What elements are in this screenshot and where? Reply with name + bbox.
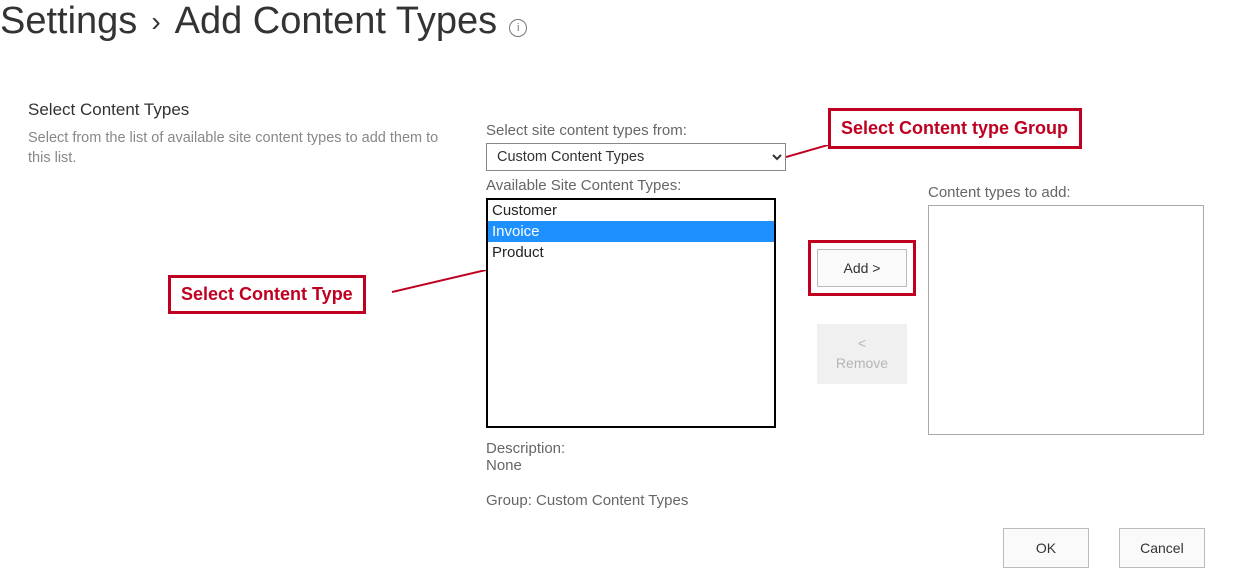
footer-buttons: OK Cancel	[1003, 528, 1205, 568]
select-from-label: Select site content types from:	[486, 122, 786, 139]
section-title: Select Content Types	[28, 100, 448, 120]
page-header: Settings › Add Content Types i	[0, 0, 1238, 43]
available-option[interactable]: Customer	[488, 200, 774, 221]
content-type-group-select[interactable]: Custom Content Types	[486, 143, 786, 171]
to-add-label: Content types to add:	[928, 184, 1204, 201]
remove-button: <Remove	[817, 324, 907, 384]
transfer-buttons: Add > <Remove	[808, 240, 918, 384]
description-value: None	[486, 457, 786, 474]
description-block: Description: None	[486, 440, 786, 474]
ok-button[interactable]: OK	[1003, 528, 1089, 568]
to-add-panel: Content types to add:	[928, 184, 1204, 435]
description-label: Description:	[486, 440, 786, 457]
add-button[interactable]: Add >	[817, 249, 907, 287]
callout-line-icon	[392, 270, 486, 294]
section-description: Select from the list of available site c…	[28, 128, 448, 169]
available-option[interactable]: Invoice	[488, 221, 774, 242]
callout-type: Select Content Type	[168, 275, 366, 314]
breadcrumb-separator-icon: ›	[151, 6, 160, 38]
available-label: Available Site Content Types:	[486, 177, 786, 194]
breadcrumb-settings-link[interactable]: Settings	[0, 0, 137, 43]
available-content-types-listbox[interactable]: Customer Invoice Product	[486, 198, 776, 428]
cancel-button[interactable]: Cancel	[1119, 528, 1205, 568]
main-form-panel: Select site content types from: Custom C…	[486, 122, 786, 509]
info-icon[interactable]: i	[509, 19, 527, 37]
page-title: Add Content Types	[175, 0, 498, 43]
group-line: Group: Custom Content Types	[486, 492, 786, 509]
content-types-to-add-listbox[interactable]	[928, 205, 1204, 435]
callout-line-icon	[786, 145, 828, 161]
available-option[interactable]: Product	[488, 242, 774, 263]
add-button-highlight: Add >	[808, 240, 916, 296]
left-panel: Select Content Types Select from the lis…	[28, 100, 448, 169]
callout-group: Select Content type Group	[828, 108, 1082, 149]
